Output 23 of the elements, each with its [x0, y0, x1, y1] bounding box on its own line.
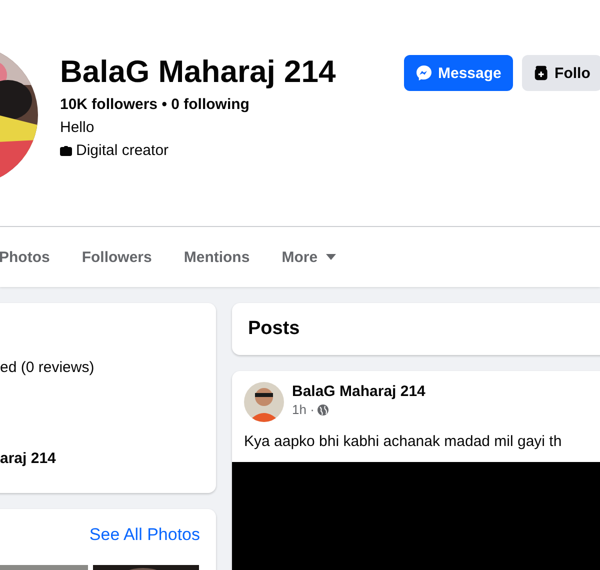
rating-text: ed (0 reviews) — [0, 358, 96, 378]
profile-tab[interactable]: Followers — [82, 227, 152, 287]
add-box-icon — [534, 65, 549, 81]
caret-icon — [326, 254, 336, 260]
post-time: 1h · — [292, 402, 314, 417]
see-all-photos-link[interactable]: See All Photos — [89, 525, 200, 545]
profile-tab[interactable]: Mentions — [184, 227, 250, 287]
messenger-icon — [416, 65, 432, 81]
follower-stats: 10K followers • 0 following — [60, 95, 250, 115]
post-text: Kya aapko bhi kabhi achanak madad mil gayi th — [243, 432, 563, 452]
video-player[interactable] — [232, 462, 600, 570]
post-author[interactable]: BalaG Maharaj 214 — [292, 382, 426, 402]
briefcase-icon — [60, 146, 72, 156]
follow-button[interactable]: Follo — [522, 55, 600, 91]
bio-text: Hello — [60, 118, 96, 138]
profile-tab[interactable]: Photos — [0, 227, 50, 287]
message-button[interactable]: Message — [404, 55, 514, 91]
profile-tab[interactable]: More — [282, 227, 336, 287]
posts-heading: Posts — [232, 303, 600, 355]
category-text: Digital creator — [76, 141, 169, 161]
profile-name: BalaG Maharaj 214 — [60, 53, 337, 91]
page-name: araj 214 — [0, 449, 57, 469]
globe-icon — [317, 404, 330, 416]
